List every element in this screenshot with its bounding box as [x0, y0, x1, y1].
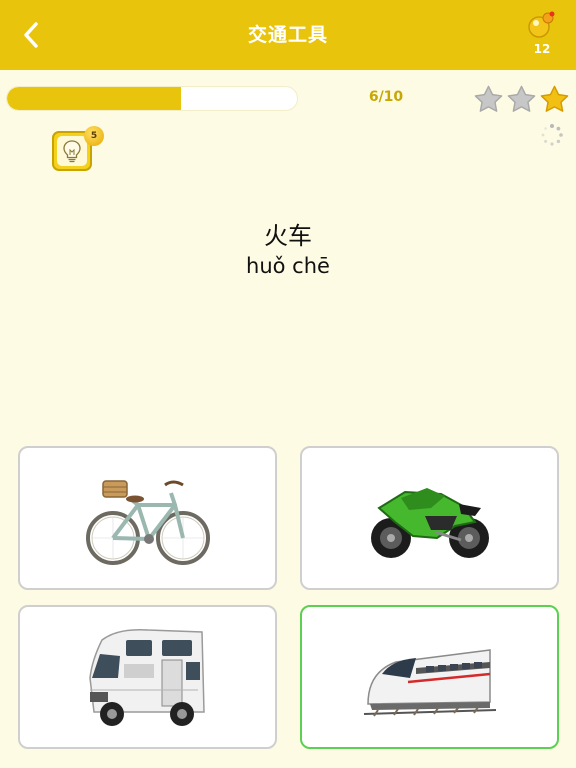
star-empty-icon — [474, 85, 503, 112]
word-pinyin: huǒ chē — [246, 254, 330, 278]
option-card-bicycle[interactable] — [18, 446, 277, 590]
page-title: 交通工具 — [247, 24, 328, 46]
bicycle-image — [85, 480, 210, 565]
progress-bar — [6, 86, 298, 111]
camper-van-image — [88, 628, 205, 726]
coin-counter[interactable]: 12 — [522, 10, 562, 60]
top-bar: 交通工具 12 — [0, 0, 576, 70]
progress-text: 6/10 — [368, 89, 404, 105]
option-card-motorcycle[interactable] — [300, 446, 559, 590]
coin-icon — [528, 11, 555, 38]
hint-inner — [57, 136, 87, 166]
progress-fill — [7, 87, 181, 110]
star-filled-icon — [540, 85, 569, 112]
loading-spinner-icon — [541, 124, 563, 146]
lightbulb-icon — [63, 140, 81, 163]
star-empty-icon — [507, 85, 536, 112]
star-rating — [473, 84, 570, 115]
word-hanzi[interactable]: 火车 — [0, 216, 576, 251]
hint-count-badge: 5 — [84, 126, 104, 146]
coin-count: 12 — [533, 42, 551, 56]
train-image — [363, 649, 496, 717]
motorcycle-image — [370, 488, 489, 558]
option-card-train[interactable] — [300, 605, 559, 749]
option-card-camper-van[interactable] — [18, 605, 277, 749]
